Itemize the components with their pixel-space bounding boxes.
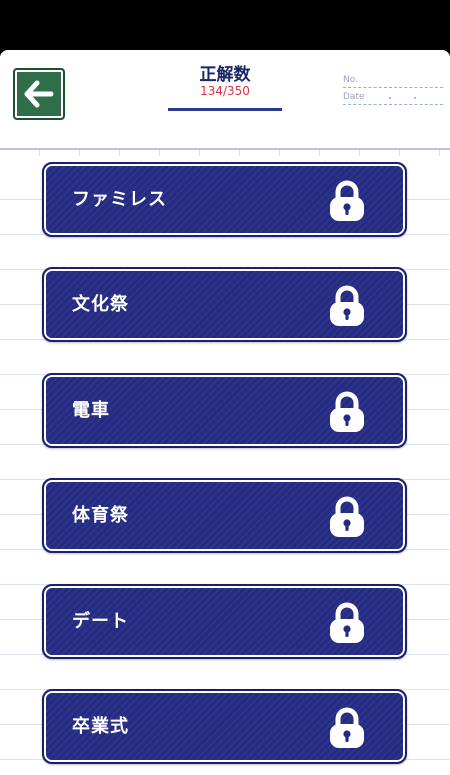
category-button[interactable]: 体育祭	[42, 478, 407, 553]
category-label: 卒業式	[72, 716, 129, 737]
date-separator-dot	[414, 97, 416, 99]
date-line	[343, 104, 443, 105]
lock-icon	[330, 180, 364, 221]
category-label: 文化祭	[72, 294, 129, 315]
category-button[interactable]: デート	[42, 584, 407, 659]
category-label: ファミレス	[72, 189, 167, 210]
date-separator-dot	[389, 97, 391, 99]
category-button[interactable]: 卒業式	[42, 689, 407, 764]
lock-icon	[330, 285, 364, 326]
no-label: No.	[343, 75, 358, 85]
page-title: 正解数	[199, 65, 251, 85]
correct-count: 134/350	[200, 84, 250, 98]
ruler-ticks	[0, 150, 450, 156]
title-underline	[168, 108, 282, 111]
header-bar: 正解数 134/350 No. Date	[0, 50, 450, 148]
date-label: Date	[343, 92, 365, 102]
back-button[interactable]	[13, 68, 65, 120]
lock-icon	[330, 602, 364, 643]
category-label: 体育祭	[72, 505, 129, 526]
lock-icon	[330, 391, 364, 432]
category-button[interactable]: ファミレス	[42, 162, 407, 237]
category-button[interactable]: 文化祭	[42, 267, 407, 342]
category-button[interactable]: 電車	[42, 373, 407, 448]
lock-icon	[330, 707, 364, 748]
lock-icon	[330, 496, 364, 537]
back-arrow-icon	[24, 80, 54, 108]
category-label: 電車	[72, 400, 110, 421]
no-line	[343, 87, 443, 88]
category-label: デート	[72, 611, 129, 632]
